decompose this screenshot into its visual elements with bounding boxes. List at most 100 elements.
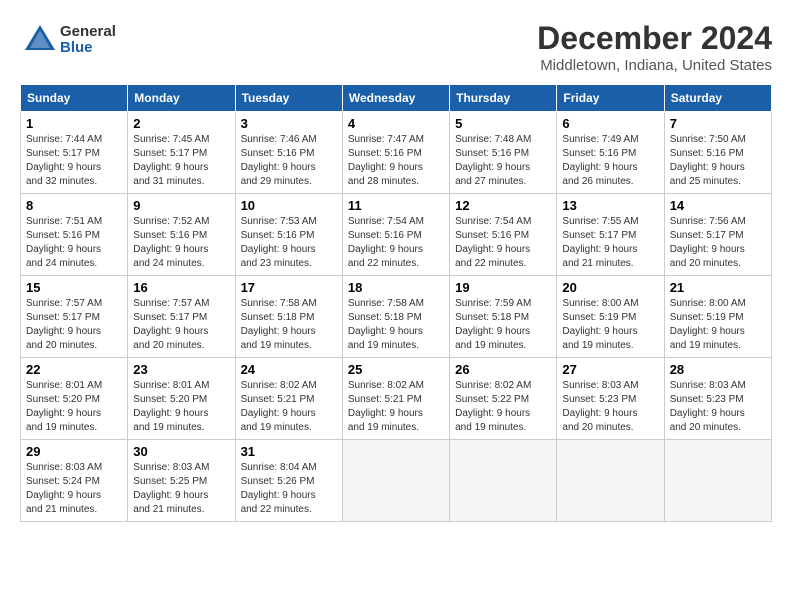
calendar-header-row: SundayMondayTuesdayWednesdayThursdayFrid… <box>21 85 772 112</box>
calendar-cell-empty <box>557 440 664 522</box>
calendar-cell-day-21: 21Sunrise: 8:00 AM Sunset: 5:19 PM Dayli… <box>664 276 771 358</box>
calendar-cell-day-26: 26Sunrise: 8:02 AM Sunset: 5:22 PM Dayli… <box>450 358 557 440</box>
day-info: Sunrise: 7:46 AM Sunset: 5:16 PM Dayligh… <box>241 133 337 189</box>
day-info: Sunrise: 7:57 AM Sunset: 5:17 PM Dayligh… <box>133 297 229 353</box>
day-info: Sunrise: 8:02 AM Sunset: 5:22 PM Dayligh… <box>455 379 551 435</box>
title-section: December 2024 Middletown, Indiana, Unite… <box>537 20 772 74</box>
day-info: Sunrise: 7:49 AM Sunset: 5:16 PM Dayligh… <box>562 133 658 189</box>
day-number: 2 <box>133 116 229 131</box>
day-number: 11 <box>348 198 444 213</box>
calendar-cell-day-4: 4Sunrise: 7:47 AM Sunset: 5:16 PM Daylig… <box>342 112 449 194</box>
day-number: 30 <box>133 444 229 459</box>
day-number: 8 <box>26 198 122 213</box>
calendar-week-4: 22 Sunrise: 8:01 AM Sunset: 5:20 PM Dayli… <box>21 358 772 440</box>
calendar-cell-day-17: 17 Sunrise: 7:58 AM Sunset: 5:18 PM Dayli… <box>235 276 342 358</box>
calendar-week-5: 29Sunrise: 8:03 AM Sunset: 5:24 PM Dayli… <box>21 440 772 522</box>
day-info: Sunrise: 7:59 AM Sunset: 5:18 PM Dayligh… <box>455 297 551 353</box>
day-info: Sunrise: 8:03 AM Sunset: 5:23 PM Dayligh… <box>670 379 766 435</box>
calendar-cell-empty <box>664 440 771 522</box>
calendar-cell-day-10: 10 Sunrise: 7:53 AM Sunset: 5:16 PM Dayli… <box>235 194 342 276</box>
calendar-header-saturday: Saturday <box>664 85 771 112</box>
calendar-cell-day-18: 18Sunrise: 7:58 AM Sunset: 5:18 PM Dayli… <box>342 276 449 358</box>
day-info: Sunrise: 7:54 AM Sunset: 5:16 PM Dayligh… <box>348 215 444 271</box>
day-info: Sunrise: 8:02 AM Sunset: 5:21 PM Dayligh… <box>241 379 337 435</box>
calendar-cell-day-3: 3 Sunrise: 7:46 AM Sunset: 5:16 PM Daylig… <box>235 112 342 194</box>
day-info: Sunrise: 7:56 AM Sunset: 5:17 PM Dayligh… <box>670 215 766 271</box>
calendar-cell-day-15: 15 Sunrise: 7:57 AM Sunset: 5:17 PM Dayli… <box>21 276 128 358</box>
day-info: Sunrise: 7:58 AM Sunset: 5:18 PM Dayligh… <box>241 297 337 353</box>
day-info: Sunrise: 8:03 AM Sunset: 5:23 PM Dayligh… <box>562 379 658 435</box>
day-number: 29 <box>26 444 122 459</box>
calendar-cell-day-19: 19 Sunrise: 7:59 AM Sunset: 5:18 PM Dayli… <box>450 276 557 358</box>
day-number: 23 <box>133 362 229 377</box>
calendar-cell-day-1: 1 Sunrise: 7:44 AM Sunset: 5:17 PM Daylig… <box>21 112 128 194</box>
day-info: Sunrise: 7:53 AM Sunset: 5:16 PM Dayligh… <box>241 215 337 271</box>
calendar-header-thursday: Thursday <box>450 85 557 112</box>
day-number: 1 <box>26 116 122 131</box>
day-info: Sunrise: 8:04 AM Sunset: 5:26 PM Dayligh… <box>241 461 337 517</box>
day-number: 21 <box>670 280 766 295</box>
main-title: December 2024 <box>537 20 772 57</box>
calendar-week-2: 8 Sunrise: 7:51 AM Sunset: 5:16 PM Daylig… <box>21 194 772 276</box>
calendar-cell-day-27: 27Sunrise: 8:03 AM Sunset: 5:23 PM Dayli… <box>557 358 664 440</box>
calendar-cell-day-12: 12 Sunrise: 7:54 AM Sunset: 5:16 PM Dayli… <box>450 194 557 276</box>
day-info: Sunrise: 7:44 AM Sunset: 5:17 PM Dayligh… <box>26 133 122 189</box>
day-number: 19 <box>455 280 551 295</box>
day-number: 15 <box>26 280 122 295</box>
day-info: Sunrise: 8:02 AM Sunset: 5:21 PM Dayligh… <box>348 379 444 435</box>
calendar-cell-empty <box>342 440 449 522</box>
calendar-cell-day-11: 11 Sunrise: 7:54 AM Sunset: 5:16 PM Dayli… <box>342 194 449 276</box>
day-info: Sunrise: 8:01 AM Sunset: 5:20 PM Dayligh… <box>26 379 122 435</box>
calendar-header-wednesday: Wednesday <box>342 85 449 112</box>
calendar-cell-day-13: 13Sunrise: 7:55 AM Sunset: 5:17 PM Dayli… <box>557 194 664 276</box>
day-info: Sunrise: 7:51 AM Sunset: 5:16 PM Dayligh… <box>26 215 122 271</box>
day-number: 25 <box>348 362 444 377</box>
calendar-cell-day-5: 5 Sunrise: 7:48 AM Sunset: 5:16 PM Daylig… <box>450 112 557 194</box>
day-info: Sunrise: 8:00 AM Sunset: 5:19 PM Dayligh… <box>562 297 658 353</box>
day-number: 24 <box>241 362 337 377</box>
calendar-header-monday: Monday <box>128 85 235 112</box>
calendar-week-3: 15 Sunrise: 7:57 AM Sunset: 5:17 PM Dayli… <box>21 276 772 358</box>
day-number: 7 <box>670 116 766 131</box>
day-number: 6 <box>562 116 658 131</box>
day-info: Sunrise: 7:58 AM Sunset: 5:18 PM Dayligh… <box>348 297 444 353</box>
day-number: 16 <box>133 280 229 295</box>
day-info: Sunrise: 7:45 AM Sunset: 5:17 PM Dayligh… <box>133 133 229 189</box>
calendar-cell-day-28: 28 Sunrise: 8:03 AM Sunset: 5:23 PM Dayli… <box>664 358 771 440</box>
day-number: 28 <box>670 362 766 377</box>
day-number: 31 <box>241 444 337 459</box>
day-info: Sunrise: 7:55 AM Sunset: 5:17 PM Dayligh… <box>562 215 658 271</box>
day-number: 9 <box>133 198 229 213</box>
subtitle: Middletown, Indiana, United States <box>537 57 772 74</box>
day-info: Sunrise: 7:54 AM Sunset: 5:16 PM Dayligh… <box>455 215 551 271</box>
calendar-cell-empty <box>450 440 557 522</box>
calendar-cell-day-30: 30 Sunrise: 8:03 AM Sunset: 5:25 PM Dayli… <box>128 440 235 522</box>
day-info: Sunrise: 7:47 AM Sunset: 5:16 PM Dayligh… <box>348 133 444 189</box>
calendar-cell-day-24: 24 Sunrise: 8:02 AM Sunset: 5:21 PM Dayli… <box>235 358 342 440</box>
calendar-cell-day-8: 8 Sunrise: 7:51 AM Sunset: 5:16 PM Daylig… <box>21 194 128 276</box>
day-number: 20 <box>562 280 658 295</box>
day-info: Sunrise: 7:52 AM Sunset: 5:16 PM Dayligh… <box>133 215 229 271</box>
day-number: 3 <box>241 116 337 131</box>
calendar-cell-day-20: 20 Sunrise: 8:00 AM Sunset: 5:19 PM Dayli… <box>557 276 664 358</box>
day-number: 22 <box>26 362 122 377</box>
logo-text: General Blue <box>60 24 116 57</box>
day-info: Sunrise: 8:03 AM Sunset: 5:25 PM Dayligh… <box>133 461 229 517</box>
calendar-week-1: 1 Sunrise: 7:44 AM Sunset: 5:17 PM Daylig… <box>21 112 772 194</box>
day-number: 12 <box>455 198 551 213</box>
calendar-header-friday: Friday <box>557 85 664 112</box>
day-number: 14 <box>670 198 766 213</box>
day-info: Sunrise: 7:50 AM Sunset: 5:16 PM Dayligh… <box>670 133 766 189</box>
logo-blue: Blue <box>60 40 116 57</box>
calendar-cell-day-6: 6 Sunrise: 7:49 AM Sunset: 5:16 PM Daylig… <box>557 112 664 194</box>
day-info: Sunrise: 7:57 AM Sunset: 5:17 PM Dayligh… <box>26 297 122 353</box>
day-number: 10 <box>241 198 337 213</box>
calendar-header-sunday: Sunday <box>21 85 128 112</box>
calendar-cell-day-22: 22 Sunrise: 8:01 AM Sunset: 5:20 PM Dayli… <box>21 358 128 440</box>
day-number: 17 <box>241 280 337 295</box>
calendar-cell-day-2: 2 Sunrise: 7:45 AM Sunset: 5:17 PM Daylig… <box>128 112 235 194</box>
day-number: 5 <box>455 116 551 131</box>
logo-general: General <box>60 24 116 41</box>
calendar-cell-day-23: 23Sunrise: 8:01 AM Sunset: 5:20 PM Dayli… <box>128 358 235 440</box>
day-info: Sunrise: 7:48 AM Sunset: 5:16 PM Dayligh… <box>455 133 551 189</box>
